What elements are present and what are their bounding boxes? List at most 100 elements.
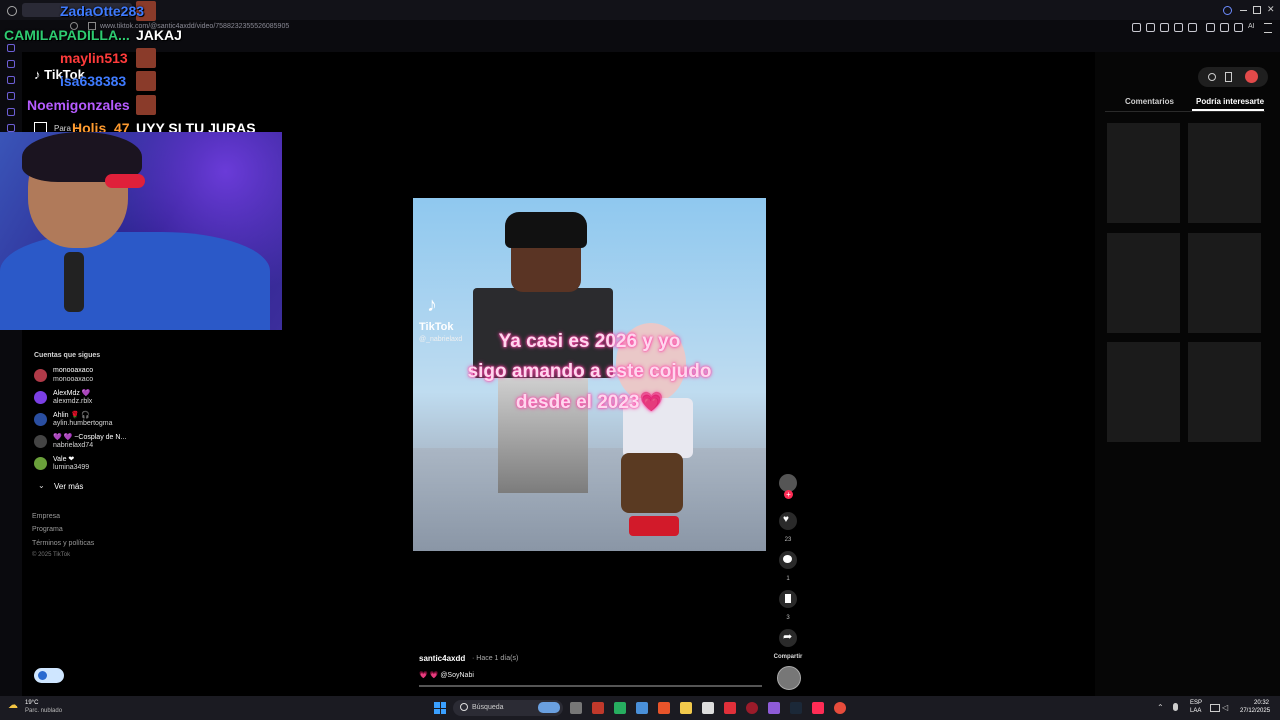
progress-bar[interactable] [419,685,762,687]
browser-menu-icon[interactable] [7,6,17,16]
rail-app-icon[interactable] [7,44,15,52]
webcam-overlay [0,132,282,330]
like-count: 23 [784,537,792,543]
rail-app-icon[interactable] [7,124,15,132]
extension-icon[interactable] [1132,23,1141,32]
profile-avatar[interactable] [1245,70,1258,83]
start-button[interactable] [434,702,446,714]
ai-button[interactable]: AI [1248,23,1255,30]
suggested-video-thumb[interactable] [1107,123,1180,223]
weather-temp[interactable]: 19°C [25,700,38,706]
suggested-video-thumb[interactable] [1188,342,1261,442]
shield-icon[interactable] [1160,23,1169,32]
app-icon[interactable] [768,702,780,714]
account-name[interactable]: AlexMdz 💜 [53,389,91,397]
volume-icon[interactable]: ◁ [1222,703,1228,712]
bookmark-icon[interactable] [1146,23,1155,32]
clock-date[interactable]: 27/12/2025 [1240,708,1270,714]
rail-app-icon[interactable] [7,108,15,116]
compass-icon[interactable] [1208,73,1216,81]
comment-icon [783,555,792,563]
maximize-icon[interactable] [1253,6,1261,14]
video-player[interactable]: ♪ TikTok @_nabrielaxd Ya casi es 2026 y … [413,198,766,551]
save-count: 3 [786,615,790,621]
app-icon[interactable] [834,702,846,714]
rail-app-icon[interactable] [7,92,15,100]
excel-icon[interactable] [614,702,626,714]
account-avatar[interactable] [34,369,47,382]
streamer-shirt [0,232,270,330]
account-name[interactable]: Ahlin 🌹 🎧 [53,411,90,419]
account-avatar[interactable] [34,435,47,448]
search-icon [460,703,468,711]
file-explorer-icon[interactable] [680,702,692,714]
footer-link[interactable]: Empresa [32,513,60,520]
suggested-video-thumb[interactable] [1188,233,1261,333]
tab-strip [0,0,1280,20]
tab-comentarios[interactable]: Comentarios [1125,97,1174,106]
suggested-video-thumb[interactable] [1107,233,1180,333]
phone-icon[interactable] [1225,72,1232,82]
avatar-hair [505,212,587,248]
footer-link[interactable]: Programa [32,526,63,533]
account-name[interactable]: 💜 💜 ~Cosplay de N... [53,433,126,441]
heart-icon[interactable] [1188,23,1197,32]
follow-plus-icon[interactable]: + [784,490,793,499]
bookmark-icon [785,594,791,603]
tray-chevron-icon[interactable]: ⌃ [1157,703,1164,712]
weather-desc: Parc. nublado [25,708,63,714]
app-icon[interactable] [702,702,714,714]
close-icon[interactable]: ✕ [1267,4,1275,15]
task-view-icon[interactable] [570,702,582,714]
tiktok-icon[interactable] [812,702,824,714]
account-avatar[interactable] [34,413,47,426]
menu-icon[interactable] [1264,23,1272,33]
heart-icon: ♥ [783,514,789,525]
network-icon[interactable] [1210,704,1220,712]
language-bottom[interactable]: LAA [1190,708,1201,714]
video-floor [413,448,766,551]
ver-mas-button[interactable]: Ver más [54,482,83,491]
account-name[interactable]: Vale ❤ [53,455,74,463]
account-avatar[interactable] [34,457,47,470]
account-handle: monooaxaco [53,376,94,383]
share-label: Compartir [773,654,803,660]
account-handle: lumina3499 [53,464,90,471]
search-icon[interactable] [1223,6,1232,15]
microphone-icon[interactable] [1173,703,1178,711]
play-icon[interactable] [1174,23,1183,32]
opera-icon[interactable] [746,702,758,714]
youtube-icon[interactable] [724,702,736,714]
app-icon[interactable] [592,702,604,714]
video-author[interactable]: santic4axdd [419,654,465,663]
app-icon[interactable] [636,702,648,714]
copyright: © 2025 TikTok [32,552,71,558]
chevron-down-icon[interactable]: ⌄ [38,481,45,490]
language-top[interactable]: ESP [1190,700,1202,706]
share-icon: ➦ [783,631,793,643]
rail-app-icon[interactable] [7,76,15,84]
steam-icon[interactable] [790,702,802,714]
tiktok-watermark-icon: ♪ [427,294,437,316]
start-logo-part [440,708,446,714]
send-icon[interactable] [1234,23,1243,32]
account-avatar[interactable] [34,391,47,404]
search-highlight-icon [538,702,560,713]
rail-app-icon[interactable] [7,60,15,68]
user-icon[interactable] [1220,23,1229,32]
microphone [64,252,84,312]
chat-emote [136,95,156,115]
chat-icon[interactable] [1206,23,1215,32]
clock-time[interactable]: 20:32 [1254,700,1269,706]
video-posted: · Hace 1 día(s) [472,655,519,662]
suggested-video-thumb[interactable] [1107,342,1180,442]
minimize-icon[interactable] [1240,10,1247,11]
account-name[interactable]: monooaxaco [53,367,93,374]
sound-disc[interactable] [777,666,801,690]
footer-link[interactable]: Términos y políticas [32,540,94,547]
chat-user: maylin513 [60,50,128,66]
tab-podria-interesarte[interactable]: Podría interesarte [1196,97,1264,106]
red-glasses [105,174,145,188]
brave-icon[interactable] [658,702,670,714]
suggested-video-thumb[interactable] [1188,123,1261,223]
